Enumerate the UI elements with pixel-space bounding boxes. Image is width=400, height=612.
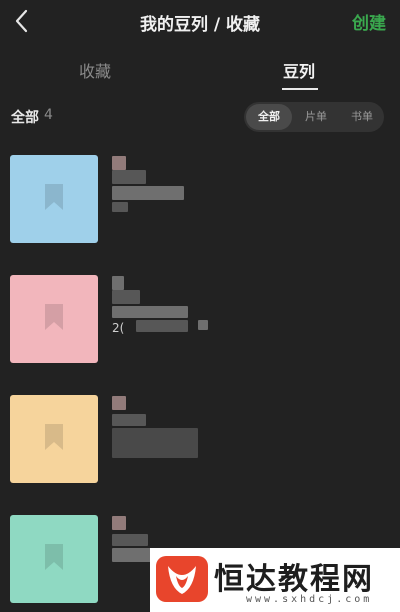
pixelated-text	[112, 414, 146, 426]
doulist-meta-blurred	[112, 394, 372, 474]
bookmark-icon	[45, 304, 63, 330]
list-item[interactable]	[0, 150, 400, 250]
doulist-cover	[10, 155, 98, 243]
item-count-text: 2(	[112, 321, 125, 335]
pixelated-text	[112, 202, 128, 212]
fox-logo-icon	[156, 556, 208, 602]
page-title: 我的豆列 / 收藏	[139, 15, 261, 35]
all-label: 全部	[11, 110, 39, 126]
pixelated-text	[112, 290, 140, 304]
tab-doulists[interactable]: 豆列	[283, 58, 315, 82]
header-bar: 我的豆列 / 收藏 创建	[0, 0, 400, 44]
watermark-text: 恒达教程网	[214, 562, 374, 597]
pixelated-avatar	[112, 516, 126, 530]
list-item[interactable]: 2(	[0, 270, 400, 370]
watermark-url: www.sxhdcj.com	[246, 594, 373, 605]
list-item[interactable]	[0, 390, 400, 490]
doulist-meta-blurred	[112, 154, 372, 234]
filter-films-button[interactable]: 片单	[294, 102, 338, 132]
filter-books-button[interactable]: 书单	[340, 102, 384, 132]
pixelated-avatar	[112, 276, 124, 290]
doulist-cover	[10, 515, 98, 603]
filter-row: 全部 4 全部 片单 书单	[0, 100, 400, 134]
bookmark-icon	[45, 544, 63, 570]
pixelated-text	[112, 170, 146, 184]
pixelated-text	[136, 320, 188, 332]
total-count: 4	[44, 107, 53, 123]
tab-favorites[interactable]: 收藏	[79, 58, 111, 82]
bookmark-icon	[45, 424, 63, 450]
site-watermark: 恒达教程网 www.sxhdcj.com	[150, 548, 400, 612]
pixelated-avatar	[112, 156, 126, 170]
pixelated-text	[112, 428, 198, 458]
pixelated-text	[198, 320, 208, 330]
active-tab-indicator	[282, 88, 318, 90]
create-button[interactable]: 创建	[352, 9, 386, 34]
doulist-cover	[10, 275, 98, 363]
tab-bar: 收藏 豆列	[0, 48, 400, 98]
bookmark-icon	[45, 184, 63, 210]
pixelated-text	[112, 548, 152, 562]
filter-all-button[interactable]: 全部	[246, 104, 292, 130]
doulist-meta-blurred: 2(	[112, 274, 372, 354]
type-filter-segmented: 全部 片单 书单	[244, 102, 384, 132]
pixelated-text	[112, 534, 148, 546]
pixelated-text	[112, 186, 184, 200]
pixelated-avatar	[112, 396, 126, 410]
pixelated-text	[112, 306, 188, 318]
doulist-cover	[10, 395, 98, 483]
